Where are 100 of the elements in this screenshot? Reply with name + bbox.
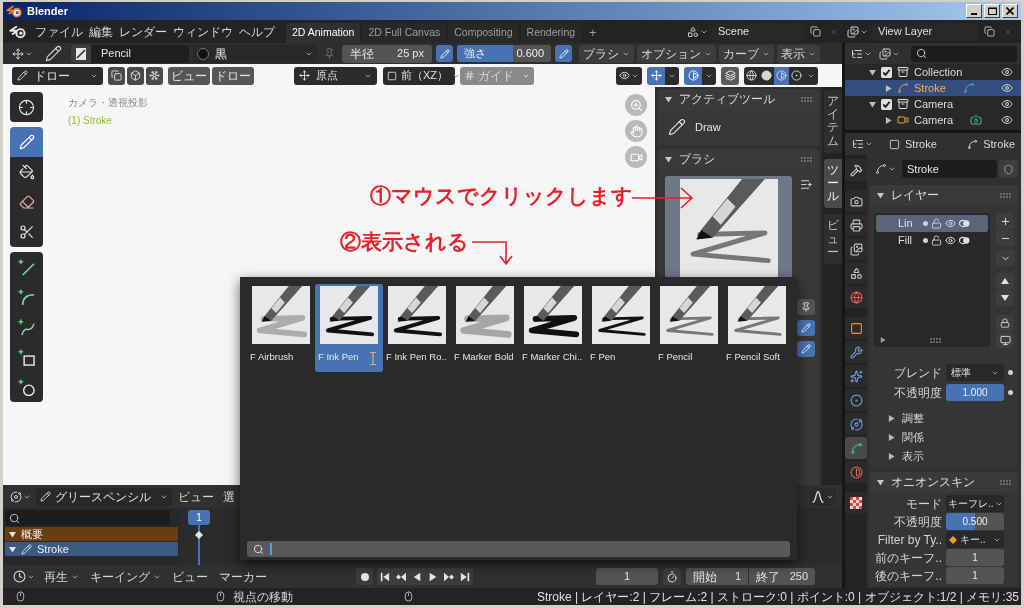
outliner-row[interactable]: Stroke: [845, 80, 1021, 96]
shading-button[interactable]: [759, 66, 774, 85]
menu-item[interactable]: ビュー: [175, 487, 217, 506]
properties-tab[interactable]: [845, 492, 867, 514]
mode-dropdown[interactable]: ドロー: [12, 66, 103, 85]
grip-icon[interactable]: [801, 156, 812, 162]
triangle-right-icon[interactable]: [888, 453, 895, 460]
lock-open-icon[interactable]: [931, 218, 942, 229]
grip-icon[interactable]: [1000, 479, 1011, 485]
menu-item[interactable]: ビュー: [168, 567, 212, 586]
search-field[interactable]: [247, 541, 790, 557]
material-dropdown[interactable]: 黒: [193, 44, 317, 63]
overlapping-circles-icon[interactable]: [959, 236, 970, 245]
panel-header[interactable]: オニオンスキン: [870, 472, 1018, 492]
properties-tab[interactable]: [845, 341, 867, 363]
brush-field[interactable]: Pencil: [71, 44, 189, 63]
menu-item[interactable]: マーカー: [215, 567, 271, 586]
channel-row[interactable]: 概要: [5, 527, 178, 541]
edit-lines-button[interactable]: [127, 66, 144, 85]
triangle-down-icon[interactable]: [665, 95, 672, 103]
dot-icon[interactable]: [1008, 390, 1013, 395]
shading-button[interactable]: [744, 66, 759, 85]
properties-tab[interactable]: [845, 262, 867, 284]
menu-dropdown[interactable]: オプション: [637, 44, 716, 63]
triangle-down-icon[interactable]: [869, 68, 876, 76]
eye-icon[interactable]: [945, 218, 956, 229]
panel-header[interactable]: レイヤー: [870, 185, 1018, 205]
mode-dropdown[interactable]: キーフレ..: [946, 495, 1004, 512]
overlay-toggle[interactable]: [684, 66, 702, 85]
brush-item[interactable]: F Ink Pen: [315, 284, 383, 373]
pressure-toggle[interactable]: [436, 45, 453, 62]
xray-toggle[interactable]: [721, 66, 739, 85]
pressure-toggle[interactable]: [555, 45, 572, 62]
dot-icon[interactable]: [1008, 370, 1013, 375]
jump-end-button[interactable]: [457, 568, 473, 585]
menu-item[interactable]: レンダー: [116, 21, 170, 42]
sidebar-tab[interactable]: ツール: [824, 158, 842, 209]
dot-icon[interactable]: [923, 221, 928, 226]
menu-item[interactable]: キーイング: [86, 567, 165, 586]
panel-header[interactable]: ブラシ: [658, 149, 819, 169]
gizmo-toggle[interactable]: [647, 66, 665, 85]
radius-field[interactable]: 半径 25 px: [342, 44, 432, 63]
properties-tab[interactable]: [845, 214, 867, 236]
menu-item[interactable]: 選: [220, 487, 238, 506]
blend-dropdown[interactable]: 標準: [946, 364, 1004, 381]
fake-user-button[interactable]: [999, 160, 1018, 178]
tool-button[interactable]: [10, 92, 43, 122]
lock-button[interactable]: [996, 315, 1014, 331]
pressure-toggle[interactable]: [797, 320, 815, 336]
triangle-right-icon[interactable]: [885, 84, 892, 92]
menu-item[interactable]: ファイル: [32, 21, 86, 42]
play-button[interactable]: [425, 568, 441, 585]
eye-icon[interactable]: [1001, 114, 1013, 126]
properties-tab[interactable]: [845, 365, 867, 387]
triangle-right-icon[interactable]: [888, 434, 895, 441]
strength-slider[interactable]: 強さ 0.600: [457, 45, 551, 62]
triangle-down-icon[interactable]: [877, 191, 884, 199]
datablock-field[interactable]: Stroke: [902, 160, 997, 178]
channel-row[interactable]: Stroke: [5, 542, 178, 556]
sidebar-tab[interactable]: アイテム: [824, 90, 842, 153]
grip-icon[interactable]: [1000, 192, 1011, 198]
subpanel-title[interactable]: 表示: [902, 448, 924, 465]
triangle-right-icon[interactable]: [885, 116, 892, 124]
keyframe-icon[interactable]: [195, 531, 203, 539]
filter-dropdown[interactable]: キー..: [946, 531, 1004, 548]
visibility-dropdown[interactable]: [616, 66, 642, 85]
add-layer-button[interactable]: [996, 213, 1014, 229]
record-button[interactable]: [356, 568, 373, 585]
remove-layer-button[interactable]: [996, 230, 1014, 246]
workspace-tab[interactable]: 2D Animation: [286, 23, 361, 43]
menu-dropdown[interactable]: 表示: [777, 44, 820, 63]
tool-button[interactable]: [10, 252, 43, 282]
triangle-right-icon[interactable]: [888, 415, 895, 422]
properties-tab[interactable]: [845, 389, 867, 411]
tool-button[interactable]: [10, 157, 43, 187]
move-down-button[interactable]: [996, 290, 1014, 306]
minimize-button[interactable]: [966, 4, 982, 18]
next-keyframe-button[interactable]: [441, 568, 457, 585]
menu-item[interactable]: 編集: [86, 21, 116, 42]
tool-button[interactable]: [10, 372, 43, 402]
properties-tab[interactable]: [845, 317, 867, 339]
close-button[interactable]: [1002, 4, 1018, 18]
grip-icon[interactable]: [801, 96, 812, 102]
layer-row[interactable]: Lin: [876, 215, 988, 232]
grip-icon[interactable]: [929, 337, 941, 343]
scene-field[interactable]: Scene: [712, 22, 805, 41]
properties-tab[interactable]: [845, 413, 867, 435]
menu-button[interactable]: ドロー: [212, 66, 254, 85]
play-reverse-button[interactable]: [409, 568, 425, 585]
dot-icon[interactable]: [923, 238, 928, 243]
triangle-down-icon[interactable]: [665, 155, 672, 163]
maximize-button[interactable]: [984, 4, 1000, 18]
subpanel-title[interactable]: 関係: [902, 429, 924, 446]
view-layer-field[interactable]: View Layer: [872, 22, 979, 41]
menu-dropdown[interactable]: ブラシ: [579, 44, 634, 63]
shading-button[interactable]: [789, 66, 804, 85]
properties-tab[interactable]: [845, 238, 867, 260]
freeze-button[interactable]: [146, 66, 163, 85]
brush-preview[interactable]: [665, 176, 792, 279]
menu-item[interactable]: ウィンドウ: [170, 21, 236, 42]
